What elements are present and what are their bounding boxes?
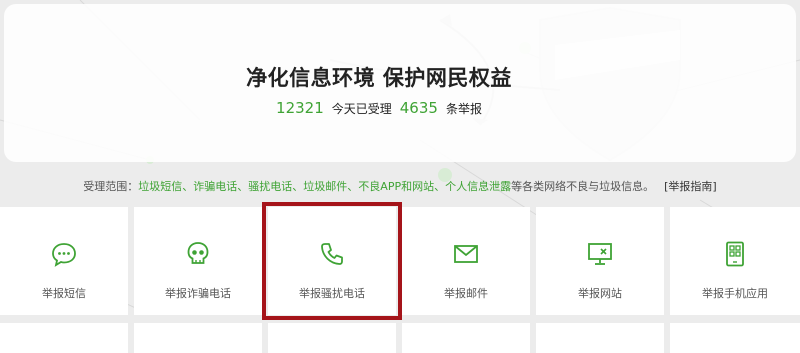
tile-row2-5[interactable] bbox=[536, 323, 664, 353]
scope-prefix: 受理范围： bbox=[83, 180, 139, 193]
tile-label: 举报骚扰电话 bbox=[299, 287, 365, 300]
tile-row2-1[interactable] bbox=[0, 323, 128, 353]
report-tiles: 举报短信 举报诈骗电话 举报骚扰电话 举报邮件 举报网站 举报手机应用 bbox=[0, 207, 800, 353]
today-count: 12321 bbox=[276, 99, 324, 117]
skull-icon bbox=[187, 242, 209, 264]
tile-label: 举报诈骗电话 bbox=[165, 287, 231, 300]
tile-label: 举报邮件 bbox=[444, 287, 488, 300]
envelope-icon bbox=[454, 245, 478, 263]
tile-report-sms[interactable]: 举报短信 bbox=[0, 207, 128, 315]
tile-row2-6[interactable] bbox=[670, 323, 800, 353]
tile-label: 举报短信 bbox=[42, 287, 86, 300]
tile-label: 举报手机应用 bbox=[702, 287, 768, 300]
hero-banner: 净化信息环境 保护网民权益 12321 今天已受理 4635 条举报 bbox=[4, 4, 796, 162]
tile-label: 举报网站 bbox=[578, 287, 622, 300]
phone-icon bbox=[321, 243, 343, 265]
tile-row2-4[interactable] bbox=[402, 323, 530, 353]
tile-row2-2[interactable] bbox=[134, 323, 262, 353]
total-count: 4635 bbox=[399, 99, 438, 117]
scope-description: 受理范围：垃圾短信、诈骗电话、骚扰电话、垃圾邮件、不良APP和网站、个人信息泄露… bbox=[0, 178, 800, 194]
scope-items: 垃圾短信、诈骗电话、骚扰电话、垃圾邮件、不良APP和网站、个人信息泄露 bbox=[138, 180, 512, 193]
tile-report-mobile-app[interactable]: 举报手机应用 bbox=[670, 207, 800, 315]
tile-report-email[interactable]: 举报邮件 bbox=[402, 207, 530, 315]
report-stats: 12321 今天已受理 4635 条举报 bbox=[4, 99, 754, 117]
phone-apps-icon bbox=[726, 241, 744, 267]
report-guide-link[interactable]: [举报指南] bbox=[664, 180, 717, 193]
total-label: 条举报 bbox=[445, 102, 482, 116]
page-title: 净化信息环境 保护网民权益 bbox=[246, 66, 512, 90]
monitor-icon bbox=[588, 243, 612, 265]
tile-row2-3[interactable] bbox=[268, 323, 396, 353]
message-bubble-icon bbox=[52, 243, 76, 267]
today-label: 今天已受理 bbox=[331, 102, 392, 116]
tile-report-website[interactable]: 举报网站 bbox=[536, 207, 664, 315]
tile-report-fraud-call[interactable]: 举报诈骗电话 bbox=[134, 207, 262, 315]
tile-report-harassment-call[interactable]: 举报骚扰电话 bbox=[268, 207, 396, 315]
scope-suffix: 等各类网络不良与垃圾信息。 bbox=[511, 180, 655, 193]
